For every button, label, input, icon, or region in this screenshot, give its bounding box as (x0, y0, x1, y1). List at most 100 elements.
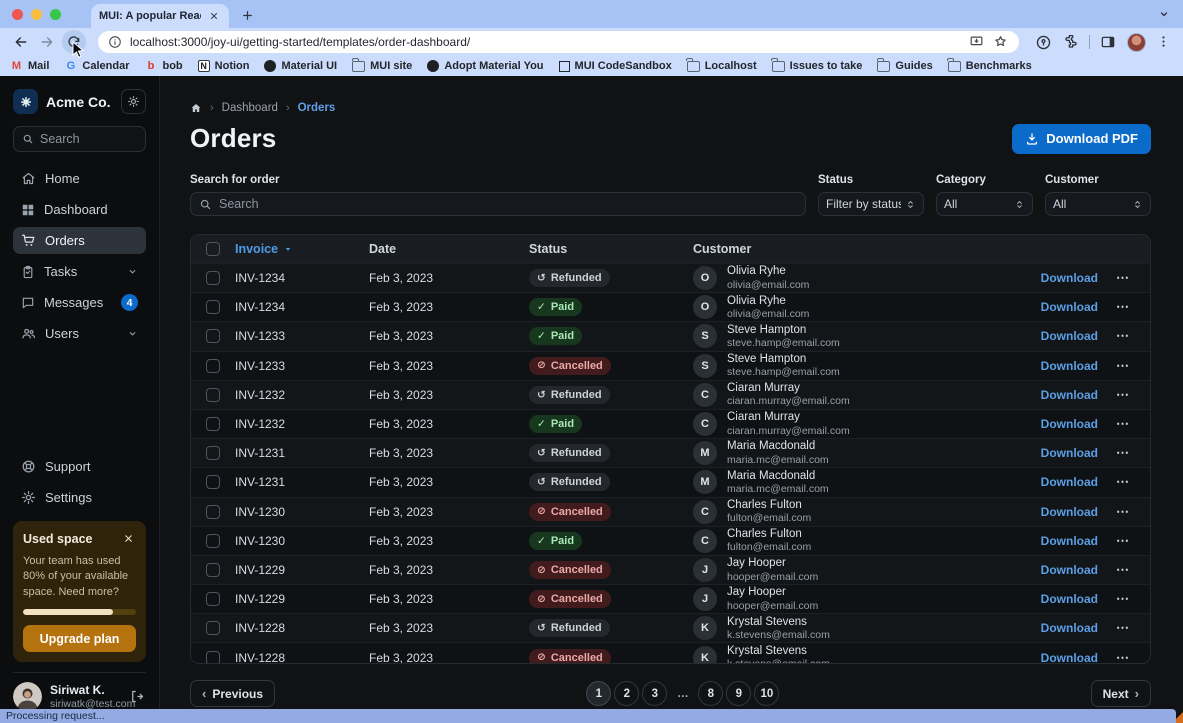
table-row[interactable]: INV-1228 Feb 3, 2023 ⊘Cancelled K Krysta… (191, 642, 1150, 664)
table-row[interactable]: INV-1231 Feb 3, 2023 ↺Refunded M Maria M… (191, 438, 1150, 467)
sidebar-item-settings[interactable]: Settings (13, 484, 146, 511)
row-more-button[interactable]: ⋯ (1116, 416, 1130, 432)
reload-icon[interactable] (62, 30, 86, 54)
close-icon[interactable] (120, 531, 136, 547)
bookmark-material-ui[interactable]: Material UI (264, 60, 337, 72)
row-checkbox[interactable] (206, 563, 220, 577)
row-checkbox[interactable] (206, 651, 220, 664)
row-checkbox[interactable] (206, 300, 220, 314)
table-row[interactable]: INV-1228 Feb 3, 2023 ↺Refunded K Krystal… (191, 613, 1150, 642)
new-tab-button[interactable] (237, 5, 257, 25)
sidebar-item-orders[interactable]: Orders (13, 227, 146, 254)
side-panel-icon[interactable] (1100, 34, 1117, 51)
next-page-button[interactable]: Next › (1091, 680, 1151, 707)
row-more-button[interactable]: ⋯ (1116, 387, 1130, 403)
install-app-icon[interactable] (969, 34, 985, 50)
pagination-page-9[interactable]: 9 (726, 681, 751, 706)
sidebar-item-tasks[interactable]: Tasks (13, 258, 146, 285)
row-checkbox[interactable] (206, 534, 220, 548)
row-more-button[interactable]: ⋯ (1116, 562, 1130, 578)
row-more-button[interactable]: ⋯ (1116, 504, 1130, 520)
pagination-page-8[interactable]: 8 (698, 681, 723, 706)
row-checkbox[interactable] (206, 475, 220, 489)
download-link[interactable]: Download (1041, 446, 1098, 460)
theme-toggle-button[interactable] (121, 89, 146, 114)
row-more-button[interactable]: ⋯ (1116, 299, 1130, 315)
sidebar-item-dashboard[interactable]: Dashboard (13, 196, 146, 223)
table-row[interactable]: INV-1230 Feb 3, 2023 ⊘Cancelled C Charle… (191, 497, 1150, 526)
download-link[interactable]: Download (1041, 534, 1098, 548)
row-checkbox[interactable] (206, 417, 220, 431)
url-bar[interactable]: localhost:3000/joy-ui/getting-started/te… (98, 31, 1019, 53)
download-link[interactable]: Download (1041, 271, 1098, 285)
minimize-window-button[interactable] (31, 9, 42, 20)
bookmark-guides[interactable]: Guides (877, 60, 932, 72)
download-pdf-button[interactable]: Download PDF (1012, 124, 1151, 154)
table-row[interactable]: INV-1231 Feb 3, 2023 ↺Refunded M Maria M… (191, 467, 1150, 496)
browser-tab[interactable]: MUI: A popular React UI fram (91, 4, 229, 28)
password-manager-icon[interactable] (1035, 34, 1052, 51)
pagination-page-1[interactable]: 1 (586, 681, 611, 706)
table-row[interactable]: INV-1229 Feb 3, 2023 ⊘Cancelled J Jay Ho… (191, 555, 1150, 584)
row-checkbox[interactable] (206, 271, 220, 285)
site-info-icon[interactable] (108, 35, 122, 49)
bookmark-benchmarks[interactable]: Benchmarks (948, 60, 1032, 72)
zoom-window-button[interactable] (50, 9, 61, 20)
row-more-button[interactable]: ⋯ (1116, 270, 1130, 286)
bookmark-bob[interactable]: bbob (144, 60, 182, 73)
row-checkbox[interactable] (206, 359, 220, 373)
previous-page-button[interactable]: ‹ Previous (190, 680, 275, 707)
download-link[interactable]: Download (1041, 592, 1098, 606)
row-more-button[interactable]: ⋯ (1116, 533, 1130, 549)
download-link[interactable]: Download (1041, 505, 1098, 519)
table-row[interactable]: INV-1233 Feb 3, 2023 ⊘Cancelled S Steve … (191, 351, 1150, 380)
row-more-button[interactable]: ⋯ (1116, 591, 1130, 607)
download-link[interactable]: Download (1041, 621, 1098, 635)
extensions-puzzle-icon[interactable] (1062, 34, 1079, 51)
row-checkbox[interactable] (206, 329, 220, 343)
row-more-button[interactable]: ⋯ (1116, 620, 1130, 636)
table-row[interactable]: INV-1229 Feb 3, 2023 ⊘Cancelled J Jay Ho… (191, 584, 1150, 613)
download-link[interactable]: Download (1041, 388, 1098, 402)
breadcrumb-home-icon[interactable] (190, 102, 202, 114)
pagination-page-10[interactable]: 10 (754, 681, 779, 706)
table-row[interactable]: INV-1230 Feb 3, 2023 ✓Paid C Charles Ful… (191, 526, 1150, 555)
row-checkbox[interactable] (206, 446, 220, 460)
forward-icon[interactable] (36, 31, 58, 53)
download-link[interactable]: Download (1041, 563, 1098, 577)
row-checkbox[interactable] (206, 388, 220, 402)
order-search-input[interactable]: Search (190, 192, 806, 216)
bookmark-localhost[interactable]: Localhost (687, 60, 757, 72)
download-link[interactable]: Download (1041, 475, 1098, 489)
pagination-page-2[interactable]: 2 (614, 681, 639, 706)
table-row[interactable]: INV-1234 Feb 3, 2023 ↺Refunded O Olivia … (191, 263, 1150, 292)
bookmark-issues-to-take[interactable]: Issues to take (772, 60, 863, 72)
table-row[interactable]: INV-1232 Feb 3, 2023 ✓Paid C Ciaran Murr… (191, 409, 1150, 438)
download-link[interactable]: Download (1041, 651, 1098, 664)
row-checkbox[interactable] (206, 592, 220, 606)
profile-avatar[interactable] (1127, 33, 1146, 52)
category-filter-select[interactable]: All (936, 192, 1033, 216)
bookmark-star-icon[interactable] (993, 34, 1009, 50)
bookmark-mail[interactable]: MMail (10, 60, 49, 73)
invoice-column-header[interactable]: Invoice (235, 242, 369, 256)
status-filter-select[interactable]: Filter by status (818, 192, 924, 216)
breadcrumb-dashboard[interactable]: Dashboard (222, 102, 278, 114)
customer-filter-select[interactable]: All (1045, 192, 1151, 216)
row-checkbox[interactable] (206, 621, 220, 635)
row-more-button[interactable]: ⋯ (1116, 358, 1130, 374)
tab-close-icon[interactable] (207, 9, 221, 23)
download-link[interactable]: Download (1041, 359, 1098, 373)
bookmark-calendar[interactable]: GCalendar (64, 60, 129, 73)
row-more-button[interactable]: ⋯ (1116, 445, 1130, 461)
download-link[interactable]: Download (1041, 300, 1098, 314)
row-more-button[interactable]: ⋯ (1116, 328, 1130, 344)
table-row[interactable]: INV-1232 Feb 3, 2023 ↺Refunded C Ciaran … (191, 380, 1150, 409)
bookmark-notion[interactable]: NNotion (198, 60, 250, 72)
row-checkbox[interactable] (206, 505, 220, 519)
breadcrumb-orders[interactable]: Orders (298, 102, 336, 114)
pagination-page-3[interactable]: 3 (642, 681, 667, 706)
download-link[interactable]: Download (1041, 329, 1098, 343)
upgrade-plan-button[interactable]: Upgrade plan (23, 625, 136, 652)
sidebar-item-users[interactable]: Users (13, 320, 146, 347)
